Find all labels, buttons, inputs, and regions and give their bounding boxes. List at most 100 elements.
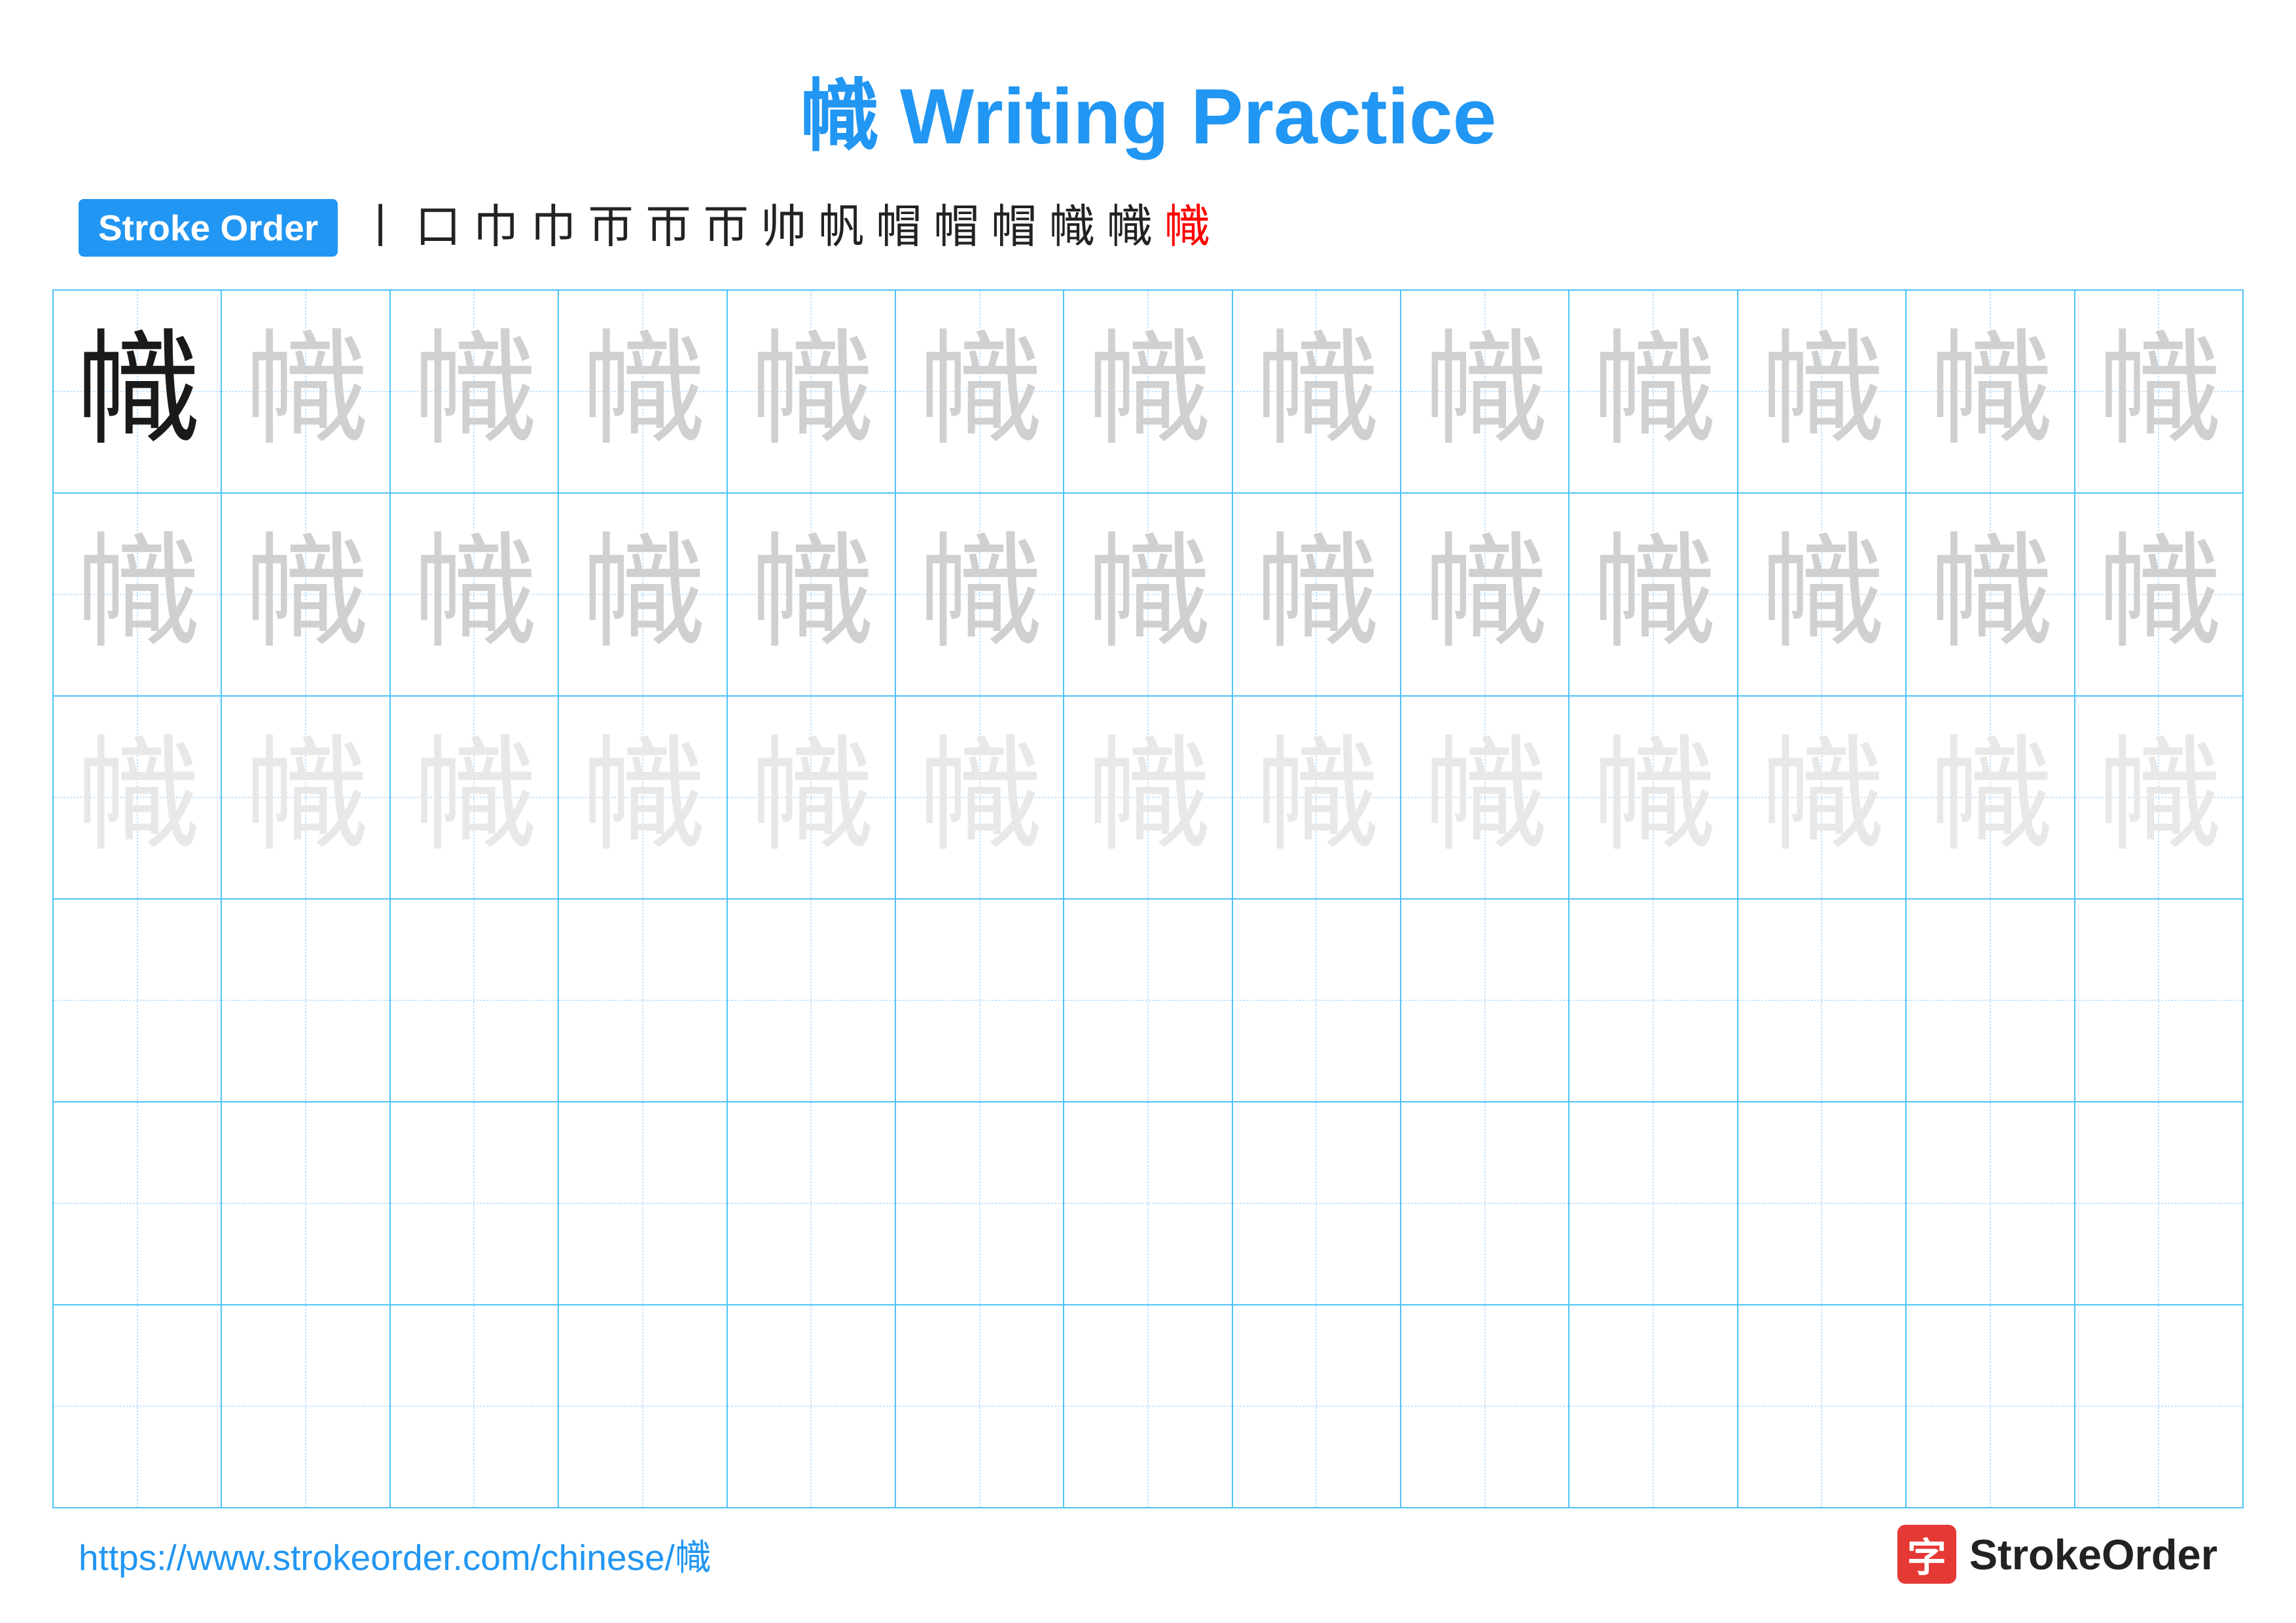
grid-cell-0-4[interactable]: 幟 [727,290,895,493]
grid-cell-2-12[interactable]: 幟 [2075,696,2244,899]
grid-cell-1-4[interactable]: 幟 [727,493,895,696]
grid-cell-1-10[interactable]: 幟 [1738,493,1906,696]
grid-cell-4-4[interactable] [727,1102,895,1305]
grid-cell-5-7[interactable] [1232,1305,1401,1508]
grid-cell-4-11[interactable] [1906,1102,2074,1305]
grid-cell-1-2[interactable]: 幟 [390,493,558,696]
grid-cell-1-11[interactable]: 幟 [1906,493,2074,696]
grid-row-5 [53,1305,2243,1508]
grid-cell-5-1[interactable] [221,1305,389,1508]
char-display: 幟 [412,735,536,860]
grid-cell-5-9[interactable] [1569,1305,1737,1508]
grid-cell-3-5[interactable] [895,899,1064,1102]
char-display: 幟 [918,735,1042,860]
grid-cell-2-1[interactable]: 幟 [221,696,389,899]
grid-cell-2-3[interactable]: 幟 [558,696,726,899]
grid-cell-3-6[interactable] [1064,899,1232,1102]
stroke-step-12: 幟 [1049,205,1094,251]
grid-cell-1-1[interactable]: 幟 [221,493,389,696]
char-display: 幟 [1591,532,1715,657]
grid-cell-3-7[interactable] [1232,899,1401,1102]
grid-cell-0-7[interactable]: 幟 [1232,290,1401,493]
grid-cell-4-0[interactable] [53,1102,221,1305]
grid-cell-3-3[interactable] [558,899,726,1102]
grid-cell-4-5[interactable] [895,1102,1064,1305]
grid-cell-4-6[interactable] [1064,1102,1232,1305]
grid-row-3 [53,899,2243,1102]
grid-cell-3-8[interactable] [1401,899,1569,1102]
char-display: 幟 [1928,735,2053,860]
grid-cell-4-12[interactable] [2075,1102,2244,1305]
char-display: 幟 [1254,329,1378,454]
grid-cell-2-7[interactable]: 幟 [1232,696,1401,899]
grid-cell-5-3[interactable] [558,1305,726,1508]
grid-cell-5-0[interactable] [53,1305,221,1508]
grid-cell-0-8[interactable]: 幟 [1401,290,1569,493]
char-display: 幟 [1759,735,1884,860]
grid-cell-1-0[interactable]: 幟 [53,493,221,696]
grid-cell-0-12[interactable]: 幟 [2075,290,2244,493]
grid-cell-4-3[interactable] [558,1102,726,1305]
grid-cell-2-2[interactable]: 幟 [390,696,558,899]
grid-cell-4-10[interactable] [1738,1102,1906,1305]
stroke-step-4: 帀 [588,205,634,251]
grid-cell-2-5[interactable]: 幟 [895,696,1064,899]
grid-cell-0-2[interactable]: 幟 [390,290,558,493]
grid-cell-4-8[interactable] [1401,1102,1569,1305]
grid-cell-5-2[interactable] [390,1305,558,1508]
grid-cell-1-9[interactable]: 幟 [1569,493,1737,696]
grid-cell-5-12[interactable] [2075,1305,2244,1508]
grid-cell-3-1[interactable] [221,899,389,1102]
grid-cell-0-1[interactable]: 幟 [221,290,389,493]
grid-cell-0-3[interactable]: 幟 [558,290,726,493]
grid-cell-2-9[interactable]: 幟 [1569,696,1737,899]
grid-cell-4-7[interactable] [1232,1102,1401,1305]
char-display: 幟 [1591,735,1715,860]
grid-cell-5-6[interactable] [1064,1305,1232,1508]
char-display: 幟 [243,329,368,454]
grid-cell-1-6[interactable]: 幟 [1064,493,1232,696]
grid-cell-3-11[interactable] [1906,899,2074,1102]
footer: https://www.strokeorder.com/chinese/幟 字 … [79,1525,2217,1584]
grid-cell-2-8[interactable]: 幟 [1401,696,1569,899]
grid-cell-3-10[interactable] [1738,899,1906,1102]
grid-cell-2-6[interactable]: 幟 [1064,696,1232,899]
grid-cell-5-5[interactable] [895,1305,1064,1508]
grid-cell-3-2[interactable] [390,899,558,1102]
grid-cell-3-0[interactable] [53,899,221,1102]
grid-cell-5-11[interactable] [1906,1305,2074,1508]
footer-url[interactable]: https://www.strokeorder.com/chinese/幟 [79,1528,711,1580]
char-display: 幟 [1086,735,1210,860]
grid-cell-5-4[interactable] [727,1305,895,1508]
grid-cell-4-2[interactable] [390,1102,558,1305]
grid-cell-1-8[interactable]: 幟 [1401,493,1569,696]
grid-cell-0-6[interactable]: 幟 [1064,290,1232,493]
grid-cell-2-10[interactable]: 幟 [1738,696,1906,899]
char-display: 幟 [1591,329,1715,454]
grid-cell-5-10[interactable] [1738,1305,1906,1508]
grid-cell-0-11[interactable]: 幟 [1906,290,2074,493]
grid-cell-0-0[interactable]: 幟 [53,290,221,493]
grid-cell-2-11[interactable]: 幟 [1906,696,2074,899]
grid-cell-1-5[interactable]: 幟 [895,493,1064,696]
grid-cell-3-4[interactable] [727,899,895,1102]
grid-cell-3-9[interactable] [1569,899,1737,1102]
stroke-step-0: 丨 [357,205,403,251]
grid-cell-3-12[interactable] [2075,899,2244,1102]
stroke-sequence: 丨口巾巾帀帀帀帅帆帽帽帽幟幟幟 [357,205,1210,251]
stroke-step-2: 巾 [473,205,518,251]
title: 幟 Writing Practice [0,0,2296,166]
char-display: 幟 [581,735,705,860]
grid-cell-1-12[interactable]: 幟 [2075,493,2244,696]
grid-cell-0-10[interactable]: 幟 [1738,290,1906,493]
footer-logo: 字 StrokeOrder [1897,1525,2217,1584]
grid-cell-4-1[interactable] [221,1102,389,1305]
grid-cell-4-9[interactable] [1569,1102,1737,1305]
grid-cell-1-7[interactable]: 幟 [1232,493,1401,696]
grid-cell-2-0[interactable]: 幟 [53,696,221,899]
grid-cell-0-5[interactable]: 幟 [895,290,1064,493]
grid-cell-2-4[interactable]: 幟 [727,696,895,899]
grid-cell-1-3[interactable]: 幟 [558,493,726,696]
grid-cell-5-8[interactable] [1401,1305,1569,1508]
grid-cell-0-9[interactable]: 幟 [1569,290,1737,493]
